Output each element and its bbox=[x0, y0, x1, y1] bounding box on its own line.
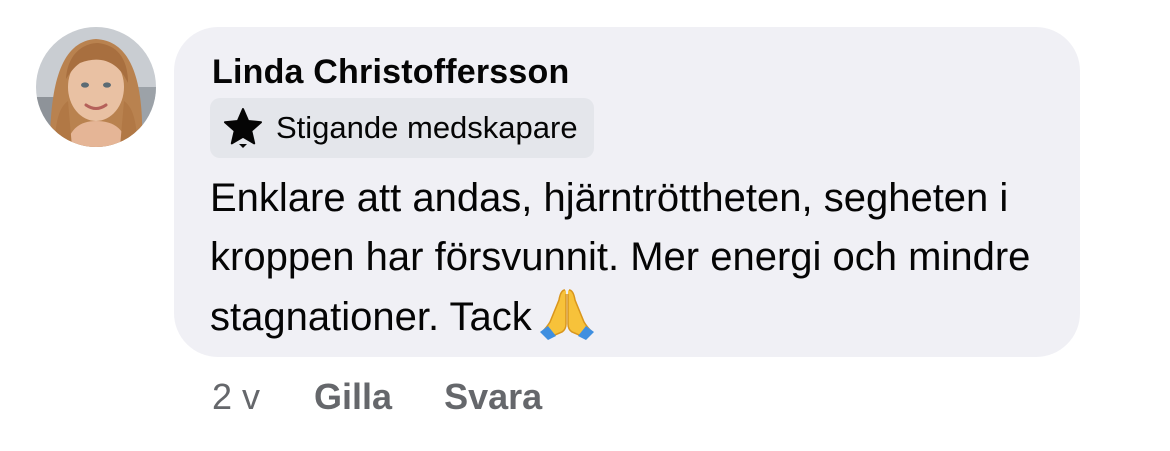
contributor-badge[interactable]: Stigande medskapare bbox=[210, 98, 594, 158]
comment-actions: 2 v Gilla Svara bbox=[212, 375, 542, 419]
avatar[interactable] bbox=[36, 27, 156, 147]
comment-timestamp[interactable]: 2 v bbox=[212, 376, 260, 418]
reply-button[interactable]: Svara bbox=[444, 376, 542, 418]
star-icon bbox=[222, 107, 264, 149]
comment-body: Enklare att andas, hjärntröttheten, segh… bbox=[210, 169, 1060, 347]
comment-bubble: Linda Christoffersson Stigande medskapar… bbox=[174, 27, 1080, 357]
folded-hands-icon bbox=[538, 286, 596, 340]
badge-label: Stigande medskapare bbox=[276, 110, 578, 145]
comment-text: Enklare att andas, hjärntröttheten, segh… bbox=[210, 176, 1031, 339]
comment-author[interactable]: Linda Christoffersson bbox=[212, 53, 569, 92]
like-button[interactable]: Gilla bbox=[314, 376, 392, 418]
